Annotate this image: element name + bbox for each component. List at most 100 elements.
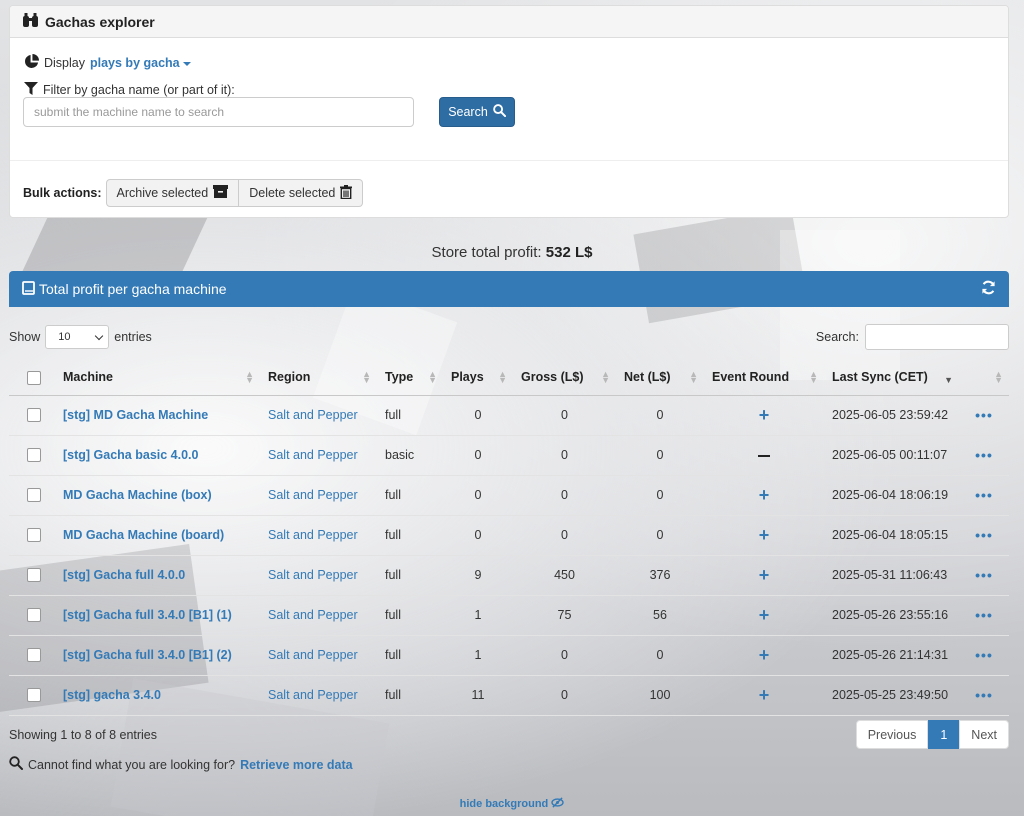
row-checkbox[interactable] [27, 688, 41, 703]
previous-page-button[interactable]: Previous [855, 720, 929, 749]
more-options-icon[interactable]: ••• [975, 447, 993, 463]
more-options-icon[interactable]: ••• [975, 407, 993, 423]
region-link[interactable]: Salt and Pepper [260, 395, 377, 436]
machine-link[interactable]: [stg] Gacha full 3.4.0 [B1] (2) [55, 635, 260, 676]
region-link[interactable]: Salt and Pepper [260, 675, 377, 716]
type-cell: full [377, 515, 443, 556]
archive-icon [213, 185, 229, 201]
region-link[interactable]: Salt and Pepper [260, 555, 377, 596]
table-search-input[interactable] [865, 324, 1009, 350]
refresh-icon[interactable] [981, 280, 996, 298]
gross-cell: 450 [513, 555, 616, 596]
entries-select[interactable]: 10 [45, 325, 110, 349]
table-row: MD Gacha Machine (box) Salt and Pepper ful… [9, 475, 1009, 516]
last-sync-cell: 2025-06-04 18:05:15 [824, 515, 959, 556]
entries-select-value: 10 [58, 331, 71, 343]
row-checkbox[interactable] [27, 448, 41, 463]
region-link[interactable]: Salt and Pepper [260, 635, 377, 676]
table-info: Showing 1 to 8 of 8 entries [9, 728, 158, 742]
table-search-label: Search: [815, 330, 859, 344]
hide-background-link[interactable]: hide background [0, 797, 1024, 810]
row-checkbox[interactable] [27, 568, 41, 583]
event-round-toggle[interactable]: + [704, 595, 824, 636]
event-round-toggle[interactable]: + [704, 515, 824, 556]
gross-cell: 75 [513, 595, 616, 636]
region-link[interactable]: Salt and Pepper [260, 595, 377, 636]
store-profit-value: 532 L$ [545, 244, 593, 261]
more-options-icon[interactable]: ••• [975, 607, 993, 623]
row-checkbox[interactable] [27, 408, 41, 423]
table-row: [stg] gacha 3.4.0 Salt and Pepper full 11 0 1… [9, 675, 1009, 716]
col-net[interactable]: Net (L$) ▲ ▼ [616, 360, 704, 396]
row-select-cell [9, 435, 55, 476]
machine-link[interactable]: [stg] MD Gacha Machine [55, 395, 260, 436]
plays-cell: 0 [443, 515, 513, 556]
machine-link[interactable]: MD Gacha Machine (box) [55, 475, 260, 516]
machine-link[interactable]: [stg] gacha 3.4.0 [55, 675, 260, 716]
display-dropdown[interactable]: plays by gacha [90, 56, 191, 70]
net-cell: 376 [616, 555, 704, 596]
event-round-toggle[interactable]: + [704, 395, 824, 436]
caret-down-icon [182, 61, 191, 66]
col-gross[interactable]: Gross (L$) ▲ ▼ [513, 360, 616, 396]
gross-cell: 0 [513, 475, 616, 516]
bulk-actions: Bulk actions: Archive selected Delete se… [23, 179, 364, 207]
type-cell: full [377, 595, 443, 636]
gross-cell: 0 [513, 435, 616, 476]
next-page-button[interactable]: Next [959, 720, 1009, 749]
col-machine[interactable]: Machine ▲ ▼ [55, 360, 260, 396]
sort-icon: ▲ ▼ [601, 369, 610, 385]
machine-link[interactable]: [stg] Gacha full 4.0.0 [55, 555, 260, 596]
event-round-toggle[interactable]: + [704, 675, 824, 716]
gacha-search-input[interactable] [23, 97, 414, 127]
row-checkbox[interactable] [27, 528, 41, 543]
row-actions-cell: ••• [959, 395, 1009, 436]
bulk-label: Bulk actions: [23, 186, 102, 200]
row-checkbox[interactable] [27, 488, 41, 503]
archive-selected-button[interactable]: Archive selected [105, 179, 240, 207]
region-link[interactable]: Salt and Pepper [260, 515, 377, 556]
col-type[interactable]: Type ▲ ▼ [377, 360, 443, 396]
col-last-sync[interactable]: Last Sync (CET) ▼ [824, 360, 959, 396]
profit-table: Machine ▲ ▼ Region ▲ ▼ Type ▲ ▼ Plays ▲ ▼ Gross … [9, 360, 1009, 716]
hide-background-label: hide background [459, 798, 549, 810]
row-checkbox[interactable] [27, 608, 41, 623]
profit-table-header: Total profit per gacha machine [9, 271, 1009, 307]
gross-cell: 0 [513, 395, 616, 436]
select-all-checkbox[interactable] [27, 370, 41, 385]
row-actions-cell: ••• [959, 515, 1009, 556]
col-plays[interactable]: Plays ▲ ▼ [443, 360, 513, 396]
type-cell: full [377, 475, 443, 516]
region-link[interactable]: Salt and Pepper [260, 435, 377, 476]
more-options-icon[interactable]: ••• [975, 567, 993, 583]
event-round-toggle[interactable]: + [704, 555, 824, 596]
delete-selected-button[interactable]: Delete selected [239, 179, 364, 207]
row-checkbox[interactable] [27, 648, 41, 663]
archive-button-label: Archive selected [116, 186, 209, 200]
col-event-round[interactable]: Event Round ▲ ▼ [704, 360, 824, 396]
more-options-icon[interactable]: ••• [975, 487, 993, 503]
table-header-row: Machine ▲ ▼ Region ▲ ▼ Type ▲ ▼ Plays ▲ ▼ Gross … [9, 360, 1009, 396]
machine-link[interactable]: MD Gacha Machine (board) [55, 515, 260, 556]
page-1-button[interactable]: 1 [928, 720, 960, 749]
machine-link[interactable]: [stg] Gacha basic 4.0.0 [55, 435, 260, 476]
pie-chart-icon [24, 54, 39, 72]
net-cell: 0 [616, 515, 704, 556]
search-button[interactable]: Search [439, 97, 515, 127]
table-row: MD Gacha Machine (board) Salt and Pepper f… [9, 515, 1009, 556]
retrieve-more-data-link[interactable]: Retrieve more data [240, 758, 353, 772]
machine-link[interactable]: [stg] Gacha full 3.4.0 [B1] (1) [55, 595, 260, 636]
event-round-toggle[interactable]: + [704, 475, 824, 516]
more-options-icon[interactable]: ••• [975, 527, 993, 543]
row-select-cell [9, 555, 55, 596]
gross-cell: 0 [513, 515, 616, 556]
event-round-toggle[interactable]: + [704, 635, 824, 676]
region-link[interactable]: Salt and Pepper [260, 475, 377, 516]
net-cell: 56 [616, 595, 704, 636]
col-region[interactable]: Region ▲ ▼ [260, 360, 377, 396]
event-round-toggle[interactable] [704, 435, 824, 476]
divider [10, 160, 1008, 161]
more-options-icon[interactable]: ••• [975, 687, 993, 703]
sort-icon: ▲ ▼ [498, 369, 507, 385]
more-options-icon[interactable]: ••• [975, 647, 993, 663]
